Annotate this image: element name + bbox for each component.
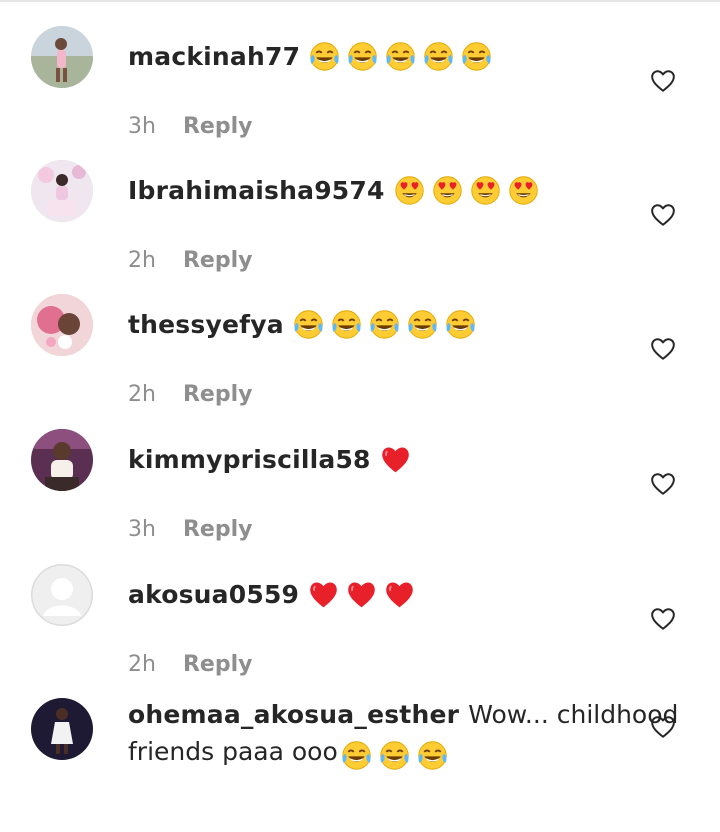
tears-of-joy-emoji-icon	[384, 40, 422, 73]
tears-of-joy-emoji-icon	[460, 40, 498, 73]
heart-eyes-emoji-icon	[431, 174, 469, 207]
heart-eyes-emoji-icon	[469, 174, 507, 207]
reply-button[interactable]: Reply	[183, 248, 253, 273]
comment-line: akosua0559	[128, 576, 421, 612]
red-heart-emoji-icon	[383, 578, 421, 611]
like-heart-icon[interactable]	[650, 202, 676, 228]
comment-meta: 3h Reply	[128, 114, 252, 139]
comment-item: thessyefya 2h Reply	[0, 294, 720, 428]
comment-time: 3h	[128, 114, 156, 139]
comment-line: Ibrahimaisha9574	[128, 172, 545, 208]
comment-username[interactable]: Ibrahimaisha9574	[128, 176, 385, 205]
default-avatar-icon[interactable]	[31, 564, 93, 626]
red-heart-emoji-icon	[307, 578, 345, 611]
reply-button[interactable]: Reply	[183, 517, 253, 542]
comment-line: kimmypriscilla58	[128, 441, 417, 477]
comment-line: thessyefya	[128, 306, 482, 342]
emoji-group	[379, 443, 417, 476]
like-heart-icon[interactable]	[650, 714, 676, 740]
heart-eyes-emoji-icon	[393, 174, 431, 207]
avatar[interactable]	[31, 160, 93, 222]
comment-username[interactable]: akosua0559	[128, 580, 299, 609]
comment-line: mackinah77	[128, 38, 498, 74]
comment-meta: 2h Reply	[128, 652, 252, 677]
comment-username[interactable]: thessyefya	[128, 310, 284, 339]
comment-line: ohemaa_akosua_esther Wow... childhood fr…	[128, 698, 688, 772]
heart-eyes-emoji-icon	[507, 174, 545, 207]
avatar[interactable]	[31, 698, 93, 760]
comment-meta: 2h Reply	[128, 382, 252, 407]
like-heart-icon[interactable]	[650, 336, 676, 362]
avatar[interactable]	[31, 429, 93, 491]
emoji-group	[307, 578, 421, 611]
comment-username[interactable]: mackinah77	[128, 42, 300, 71]
comment-username[interactable]: kimmypriscilla58	[128, 445, 371, 474]
reply-button[interactable]: Reply	[183, 382, 253, 407]
comment-item: mackinah77 3h Reply	[0, 26, 720, 160]
reply-button[interactable]: Reply	[183, 652, 253, 677]
emoji-group	[308, 40, 498, 73]
comment-time: 3h	[128, 517, 156, 542]
tears-of-joy-emoji-icon	[368, 308, 406, 341]
tears-of-joy-emoji-icon	[346, 40, 384, 73]
emoji-group	[292, 308, 482, 341]
like-heart-icon[interactable]	[650, 606, 676, 632]
tears-of-joy-emoji-icon	[330, 308, 368, 341]
comment-item: Ibrahimaisha9574 2h Reply	[0, 160, 720, 294]
comment-item: akosua0559 2h Reply	[0, 564, 720, 698]
emoji-group	[393, 174, 545, 207]
comment-item: kimmypriscilla58 3h Reply	[0, 429, 720, 563]
red-heart-emoji-icon	[379, 443, 417, 476]
comment-time: 2h	[128, 652, 156, 677]
avatar[interactable]	[31, 294, 93, 356]
comment-meta: 2h Reply	[128, 248, 252, 273]
comment-meta: 3h Reply	[128, 517, 252, 542]
tears-of-joy-emoji-icon	[292, 308, 330, 341]
tears-of-joy-emoji-icon	[378, 739, 416, 772]
tears-of-joy-emoji-icon	[422, 40, 460, 73]
top-divider	[0, 0, 720, 2]
like-heart-icon[interactable]	[650, 471, 676, 497]
comment-time: 2h	[128, 382, 156, 407]
avatar[interactable]	[31, 26, 93, 88]
reply-button[interactable]: Reply	[183, 114, 253, 139]
tears-of-joy-emoji-icon	[406, 308, 444, 341]
tears-of-joy-emoji-icon	[308, 40, 346, 73]
comment-time: 2h	[128, 248, 156, 273]
tears-of-joy-emoji-icon	[340, 739, 378, 772]
comment-username[interactable]: ohemaa_akosua_esther	[128, 700, 459, 729]
red-heart-emoji-icon	[345, 578, 383, 611]
comment-item: ohemaa_akosua_esther Wow... childhood fr…	[0, 698, 720, 832]
emoji-group	[340, 739, 454, 772]
tears-of-joy-emoji-icon	[416, 739, 454, 772]
like-heart-icon[interactable]	[650, 68, 676, 94]
tears-of-joy-emoji-icon	[444, 308, 482, 341]
